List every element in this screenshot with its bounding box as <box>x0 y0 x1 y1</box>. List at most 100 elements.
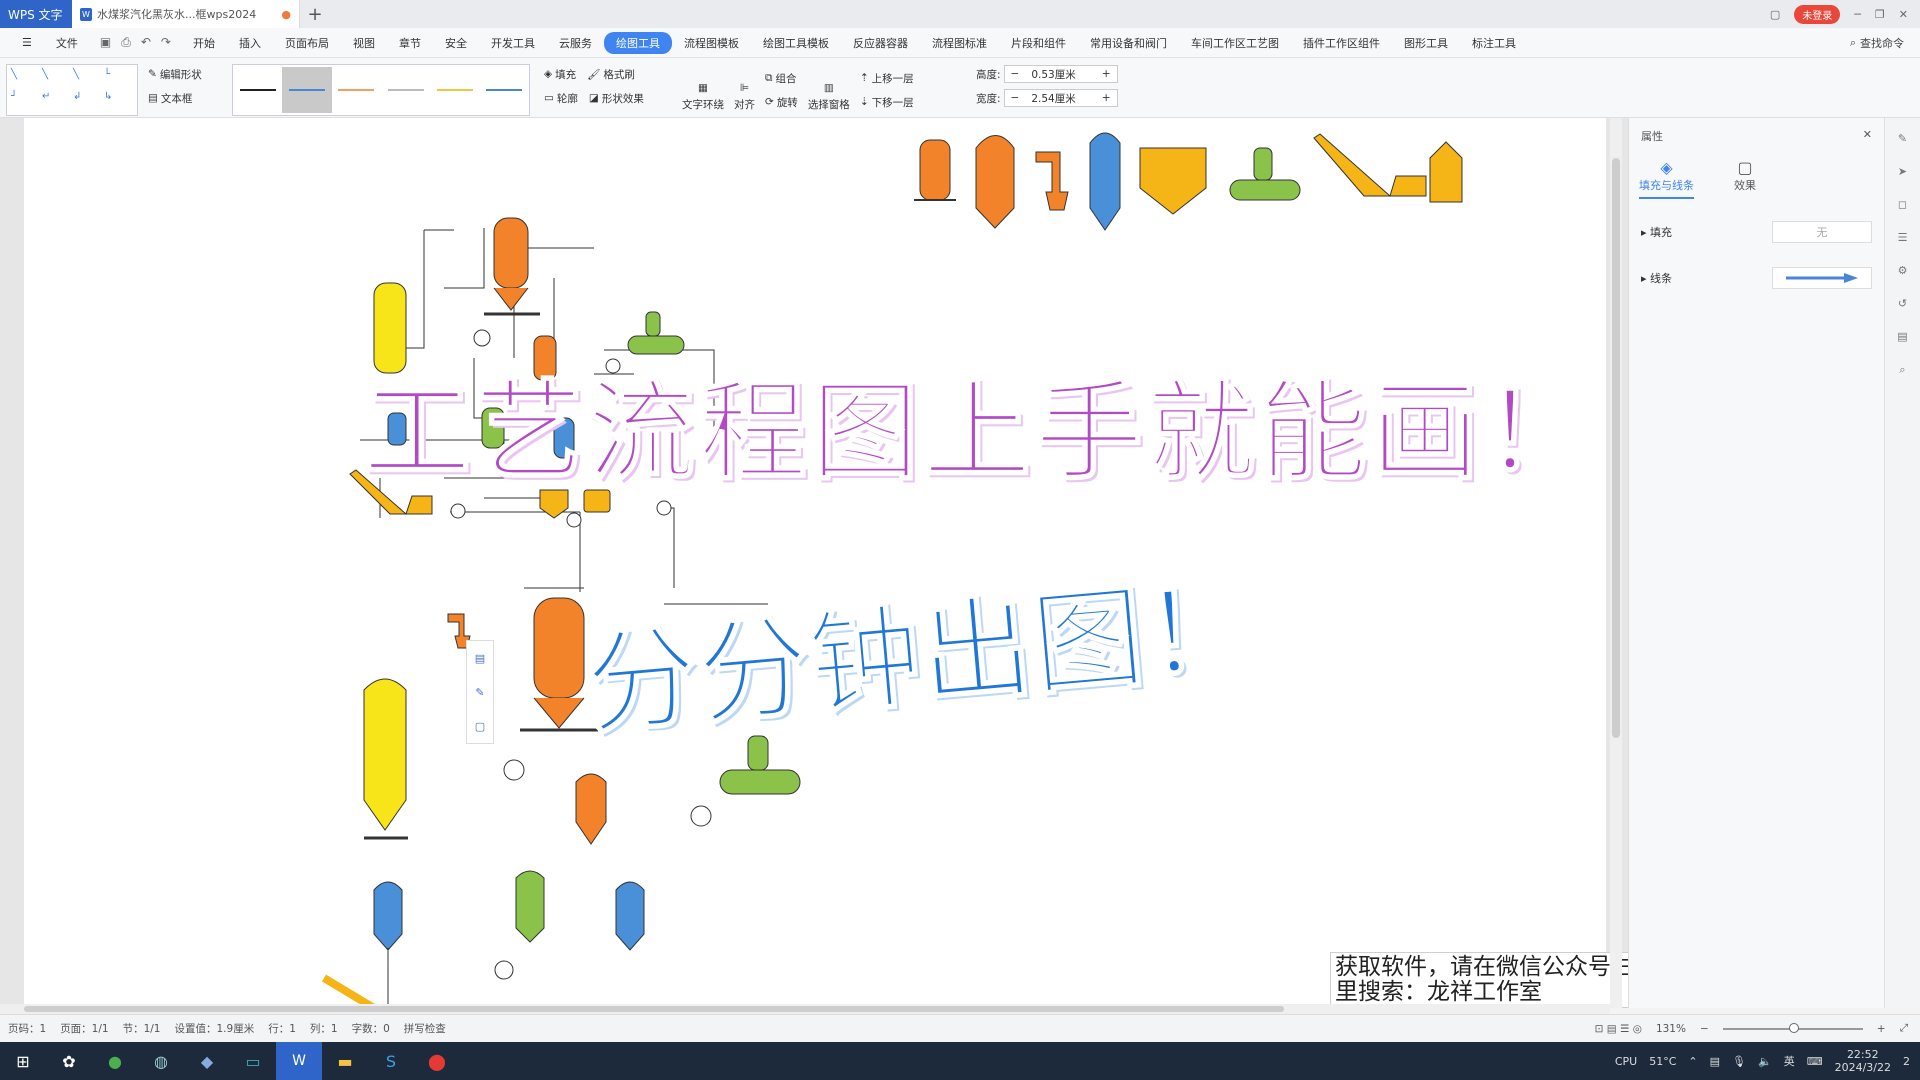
green-vessel-lower[interactable] <box>515 870 545 943</box>
line-shape-gallery[interactable]: ╲ ╲ ╲ └ ┘ ↵ ↲ ↳ <box>6 64 138 116</box>
keyboard-icon[interactable]: ⌨ <box>1807 1055 1823 1068</box>
menu-item[interactable]: 插入 <box>227 35 273 51</box>
login-button[interactable]: 未登录 <box>1794 4 1841 24</box>
line-style-swatch[interactable] <box>282 67 332 113</box>
tab-fill-line[interactable]: ◈ 填充与线条 <box>1639 158 1694 199</box>
app-icon-3[interactable]: ◆ <box>184 1052 230 1071</box>
zoom-slider-thumb[interactable] <box>1788 1022 1799 1033</box>
cyclone-shape[interactable] <box>1035 151 1069 211</box>
undo-icon[interactable]: ↶ <box>141 35 151 50</box>
app-icon-1[interactable]: ✿ <box>46 1052 92 1071</box>
width-input[interactable]: −2.54厘米 + <box>1003 89 1118 107</box>
vessel-shape[interactable] <box>975 135 1015 229</box>
settings-icon[interactable]: ⚙ <box>1898 264 1908 277</box>
line-dropdown[interactable] <box>1772 267 1872 289</box>
edit-pen-icon[interactable]: ✎ <box>475 686 484 699</box>
menu-item[interactable]: 章节 <box>387 35 433 51</box>
conveyor-shape[interactable] <box>1313 133 1427 197</box>
volume-icon[interactable]: 🔈 <box>1758 1055 1772 1068</box>
zoom-in-button[interactable]: + <box>1877 1023 1886 1035</box>
line-style-swatch[interactable] <box>332 67 381 113</box>
yellow-vessel-lower[interactable] <box>363 678 407 831</box>
menu-item[interactable]: 车间工作区工艺图 <box>1179 35 1291 51</box>
horizontal-scroll-thumb[interactable] <box>24 1006 1284 1012</box>
document-icon[interactable]: ▤ <box>1897 330 1907 343</box>
reactor-shape[interactable] <box>493 217 529 289</box>
redo-icon[interactable]: ↷ <box>161 35 171 50</box>
layout-options-icon[interactable]: ▤ <box>475 652 485 665</box>
format-brush-button[interactable]: 格式刷 <box>603 67 635 82</box>
menu-item[interactable]: 常用设备和阀门 <box>1078 35 1179 51</box>
folder-icon[interactable]: ▬ <box>322 1052 368 1071</box>
send-backward-button[interactable]: ⇣ 下移一层 <box>860 92 914 112</box>
spell-check-button[interactable]: 拼写检查 <box>404 1021 446 1036</box>
vertical-scrollbar[interactable] <box>1610 118 1622 1008</box>
close-icon[interactable]: ✕ <box>1899 8 1908 21</box>
fill-dropdown[interactable]: 无 <box>1772 221 1872 243</box>
app-tab[interactable]: WPS 文字 <box>0 0 72 28</box>
height-increment[interactable]: + <box>1096 68 1117 80</box>
line-shape-icon[interactable]: ↵ <box>42 91 71 111</box>
zoom-out-button[interactable]: − <box>1700 1023 1709 1035</box>
shape-icon[interactable]: ◻ <box>1898 198 1907 211</box>
fill-button[interactable]: ◈ 填充 🖌 格式刷 <box>544 64 644 84</box>
shape-effect-button[interactable]: 形状效果 <box>602 91 644 106</box>
menu-item[interactable]: 开发工具 <box>479 35 547 51</box>
fill-section-label[interactable]: ▸ 填充 <box>1641 224 1672 240</box>
blue-vessel-lower-1[interactable] <box>373 881 403 951</box>
group-button[interactable]: ⧉ 组合 <box>765 68 798 88</box>
zoom-level[interactable]: 131% <box>1656 1023 1686 1035</box>
green-pump-lower[interactable] <box>719 769 801 795</box>
menu-item[interactable]: 反应器容器 <box>841 35 920 51</box>
minimize-icon[interactable]: ─ <box>1854 8 1861 21</box>
zoom-icon[interactable]: ⌕ <box>1899 363 1905 377</box>
crop-icon[interactable]: ▢ <box>475 720 485 733</box>
tab-effect[interactable]: ▢ 效果 <box>1734 158 1756 199</box>
align-button[interactable]: ⊫ 对齐 <box>734 68 755 112</box>
menu-item[interactable]: 流程图模板 <box>672 35 751 51</box>
bin-shape[interactable] <box>1429 141 1463 203</box>
new-tab-button[interactable]: + <box>300 0 330 28</box>
tray-chevron-icon[interactable]: ⌃ <box>1688 1055 1697 1068</box>
width-increment[interactable]: + <box>1096 92 1117 104</box>
web-view-icon[interactable]: ◎ <box>1633 1023 1642 1035</box>
status-words[interactable]: 字数：0 <box>352 1021 390 1036</box>
zoom-slider[interactable] <box>1722 1022 1863 1033</box>
file-menu[interactable]: 文件 <box>44 35 90 51</box>
menu-item[interactable]: 流程图标准 <box>920 35 999 51</box>
outline-button[interactable]: ▭ 轮廓 ◪ 形状效果 <box>544 88 644 108</box>
pen-icon[interactable]: ✎ <box>1898 132 1907 145</box>
line-shape-icon[interactable]: ╲ <box>11 69 40 89</box>
blue-vessel-lower-2[interactable] <box>615 881 645 951</box>
app-icon-5[interactable]: S <box>368 1052 414 1071</box>
horizontal-scrollbar[interactable] <box>0 1004 1610 1014</box>
menu-item[interactable]: 绘图工具 <box>603 31 672 54</box>
menu-item[interactable]: 绘图工具模板 <box>751 35 841 51</box>
height-input[interactable]: −0.53厘米 + <box>1003 65 1118 83</box>
menu-item[interactable]: 插件工作区组件 <box>1291 35 1392 51</box>
mic-icon[interactable]: 🎙 <box>1732 1055 1746 1068</box>
outline-view-icon[interactable]: ☰ <box>1620 1023 1629 1035</box>
browser-icon[interactable]: ● <box>92 1052 138 1071</box>
text-box-button[interactable]: ▤ 文本框 <box>148 88 202 108</box>
orange-vessel-lower[interactable] <box>575 773 607 845</box>
restore-icon[interactable]: ❐ <box>1875 8 1885 21</box>
save-icon[interactable]: ▣ <box>100 35 111 50</box>
notification-badge[interactable]: 2 <box>1903 1055 1910 1068</box>
menu-item[interactable]: 视图 <box>341 35 387 51</box>
line-style-swatch[interactable] <box>430 67 479 113</box>
layout-icon[interactable]: ▢ <box>1770 8 1780 21</box>
document-tab[interactable]: W 水煤浆汽化黑灰水...框wps2024 ● <box>72 0 300 28</box>
blue-tank-shape[interactable] <box>1089 132 1121 231</box>
reactor-lower[interactable] <box>533 597 585 699</box>
menu-item[interactable]: 云服务 <box>547 35 604 51</box>
line-shape-icon[interactable]: ╲ <box>42 69 71 89</box>
line-shape-icon[interactable]: └ <box>104 69 133 89</box>
line-style-swatch[interactable] <box>480 67 529 113</box>
network-icon[interactable]: ▤ <box>1710 1055 1720 1068</box>
line-style-gallery[interactable] <box>232 64 530 116</box>
history-icon[interactable]: ↺ <box>1898 297 1907 310</box>
list-icon[interactable]: ☰ <box>1898 231 1908 244</box>
line-shape-icon[interactable]: ╲ <box>73 69 102 89</box>
line-section-label[interactable]: ▸ 线条 <box>1641 270 1672 286</box>
